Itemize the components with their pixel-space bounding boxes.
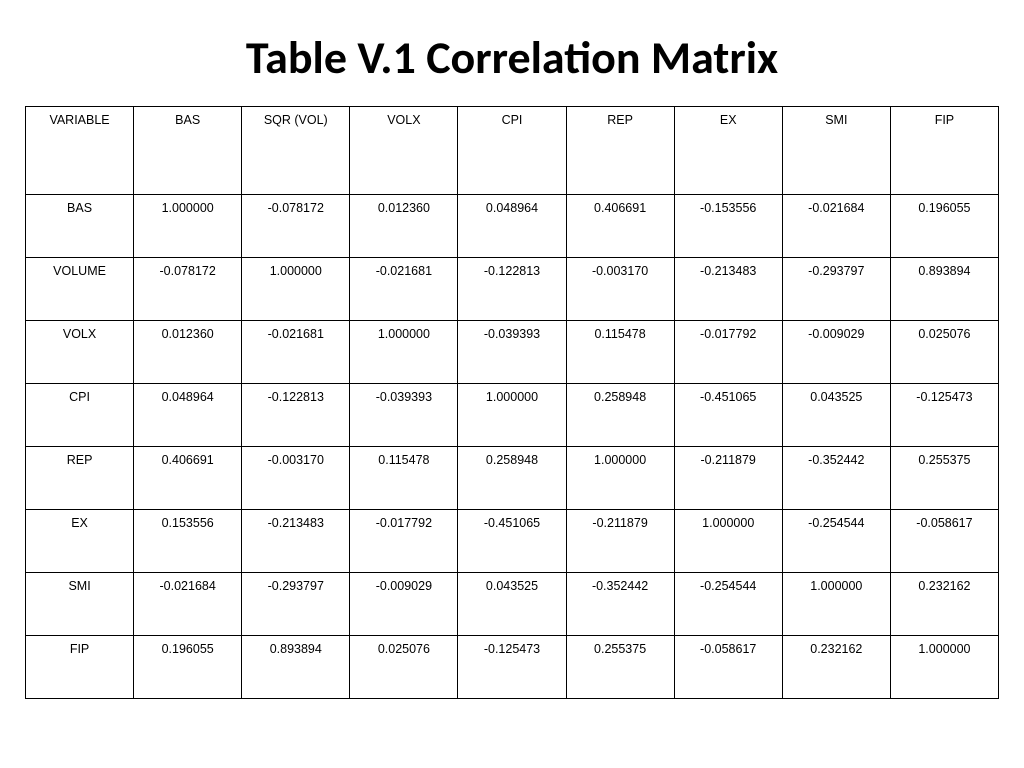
cell: 0.406691 [566,195,674,258]
cell: 0.012360 [134,321,242,384]
col-sqrvol: SQR (VOL) [242,107,350,195]
cell: 1.000000 [134,195,242,258]
correlation-table: VARIABLE BAS SQR (VOL) VOLX CPI REP EX S… [25,106,999,699]
cell: 0.406691 [134,447,242,510]
cell: 0.115478 [566,321,674,384]
cell: -0.125473 [458,636,566,699]
row-label: VOLUME [26,258,134,321]
row-label: FIP [26,636,134,699]
cell: 0.153556 [134,510,242,573]
cell: -0.017792 [350,510,458,573]
cell: 1.000000 [566,447,674,510]
cell: 0.043525 [782,384,890,447]
col-rep: REP [566,107,674,195]
cell: -0.009029 [782,321,890,384]
row-label: CPI [26,384,134,447]
cell: 0.232162 [890,573,998,636]
cell: 0.025076 [890,321,998,384]
cell: -0.293797 [782,258,890,321]
cell: 0.048964 [458,195,566,258]
cell: -0.254544 [674,573,782,636]
cell: -0.293797 [242,573,350,636]
cell: 1.000000 [242,258,350,321]
cell: 0.893894 [242,636,350,699]
cell: -0.021684 [134,573,242,636]
table-row: REP 0.406691 -0.003170 0.115478 0.258948… [26,447,999,510]
cell: 1.000000 [674,510,782,573]
cell: -0.352442 [566,573,674,636]
cell: -0.039393 [458,321,566,384]
col-bas: BAS [134,107,242,195]
col-fip: FIP [890,107,998,195]
cell: -0.021681 [350,258,458,321]
cell: 0.893894 [890,258,998,321]
cell: 0.048964 [134,384,242,447]
cell: 0.196055 [890,195,998,258]
cell: -0.009029 [350,573,458,636]
col-variable: VARIABLE [26,107,134,195]
table-row: BAS 1.000000 -0.078172 0.012360 0.048964… [26,195,999,258]
cell: 1.000000 [458,384,566,447]
cell: -0.352442 [782,447,890,510]
cell: -0.211879 [674,447,782,510]
cell: 1.000000 [890,636,998,699]
cell: -0.211879 [566,510,674,573]
cell: 0.196055 [134,636,242,699]
cell: -0.021681 [242,321,350,384]
cell: 0.043525 [458,573,566,636]
cell: -0.153556 [674,195,782,258]
col-ex: EX [674,107,782,195]
cell: 0.232162 [782,636,890,699]
table-row: VOLUME -0.078172 1.000000 -0.021681 -0.1… [26,258,999,321]
cell: 0.258948 [566,384,674,447]
cell: -0.213483 [242,510,350,573]
page-title: Table V.1 Correlation Matrix [25,30,999,86]
cell: -0.078172 [242,195,350,258]
cell: -0.451065 [458,510,566,573]
cell: 0.012360 [350,195,458,258]
cell: -0.254544 [782,510,890,573]
cell: -0.122813 [242,384,350,447]
row-label: BAS [26,195,134,258]
cell: 1.000000 [782,573,890,636]
table-header-row: VARIABLE BAS SQR (VOL) VOLX CPI REP EX S… [26,107,999,195]
cell: -0.003170 [242,447,350,510]
col-cpi: CPI [458,107,566,195]
cell: -0.021684 [782,195,890,258]
row-label: EX [26,510,134,573]
cell: -0.039393 [350,384,458,447]
table-row: CPI 0.048964 -0.122813 -0.039393 1.00000… [26,384,999,447]
cell: -0.213483 [674,258,782,321]
cell: -0.017792 [674,321,782,384]
cell: -0.058617 [890,510,998,573]
table-row: EX 0.153556 -0.213483 -0.017792 -0.45106… [26,510,999,573]
cell: -0.451065 [674,384,782,447]
cell: 0.255375 [566,636,674,699]
cell: -0.003170 [566,258,674,321]
cell: -0.125473 [890,384,998,447]
row-label: REP [26,447,134,510]
row-label: SMI [26,573,134,636]
cell: -0.078172 [134,258,242,321]
table-row: FIP 0.196055 0.893894 0.025076 -0.125473… [26,636,999,699]
col-volx: VOLX [350,107,458,195]
col-smi: SMI [782,107,890,195]
cell: 0.258948 [458,447,566,510]
table-row: SMI -0.021684 -0.293797 -0.009029 0.0435… [26,573,999,636]
row-label: VOLX [26,321,134,384]
cell: -0.122813 [458,258,566,321]
table-row: VOLX 0.012360 -0.021681 1.000000 -0.0393… [26,321,999,384]
cell: -0.058617 [674,636,782,699]
cell: 0.255375 [890,447,998,510]
cell: 0.025076 [350,636,458,699]
cell: 1.000000 [350,321,458,384]
cell: 0.115478 [350,447,458,510]
